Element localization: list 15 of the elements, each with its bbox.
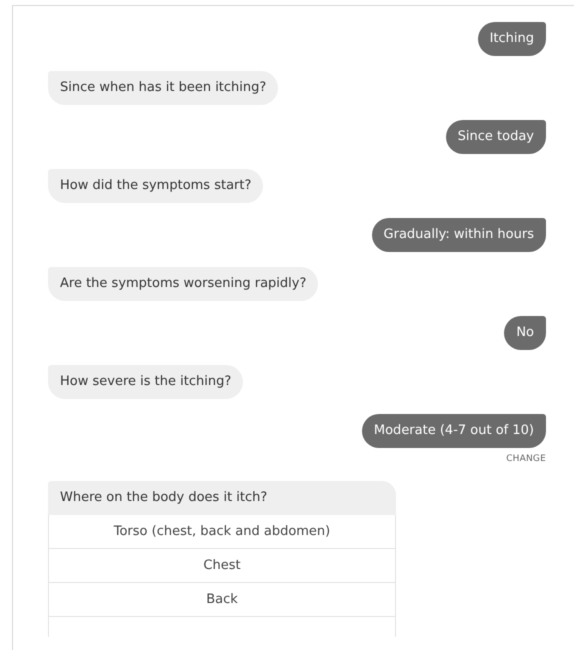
user-message-bubble: Moderate (4-7 out of 10): [362, 414, 546, 448]
answer-option[interactable]: Torso (chest, back and abdomen): [48, 515, 396, 549]
change-link[interactable]: CHANGE: [506, 454, 546, 464]
bot-message-bubble: How did the symptoms start?: [48, 169, 264, 203]
user-message-bubble: No: [504, 316, 546, 350]
answer-option[interactable]: Back: [48, 583, 396, 617]
bot-message-bubble: How severe is the itching?: [48, 365, 244, 399]
answer-option[interactable]: Chest: [48, 549, 396, 583]
user-message-bubble: Since today: [446, 120, 546, 154]
clipped-answer-option[interactable]: [48, 617, 396, 637]
bot-message-bubble: Are the symptoms worsening rapidly?: [48, 267, 318, 301]
user-message-bubble: Gradually: within hours: [372, 218, 546, 252]
question-header: Where on the body does it itch?: [48, 481, 396, 515]
bot-message-bubble: Since when has it been itching?: [48, 71, 278, 105]
user-message-bubble: Itching: [478, 22, 546, 56]
